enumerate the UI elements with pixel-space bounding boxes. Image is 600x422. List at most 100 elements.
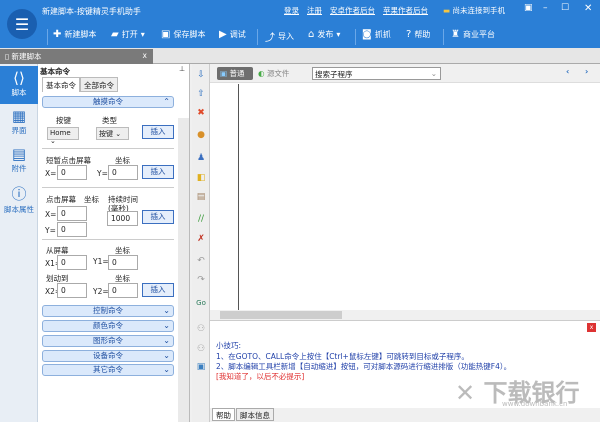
save-script-button[interactable]: ▣ 保存脚本: [161, 29, 205, 40]
insert-swipe-button[interactable]: 插入: [142, 283, 174, 297]
press-x-input[interactable]: 0: [57, 206, 87, 221]
move-up-icon[interactable]: ⇧: [192, 89, 210, 99]
sidebar-item-properties[interactable]: ⓘ 脚本属性: [0, 180, 38, 218]
import-button[interactable]: ⤴ 导入: [265, 29, 294, 44]
editor-toolbar: ▣ 普通 ◐ 源文件 搜索子程序 ⌄ ‹ ›: [210, 64, 600, 83]
open-button[interactable]: ▰ 打开 ▾: [111, 29, 145, 40]
publish-button[interactable]: ⌂ 发布 ▾: [308, 29, 340, 40]
tab-all-commands[interactable]: 全部命令: [80, 77, 118, 92]
insert-tap-button[interactable]: 插入: [142, 165, 174, 179]
y-label: Y=: [45, 226, 56, 235]
group-graphics[interactable]: 图形命令 ⌄: [42, 335, 174, 347]
publish-icon: ⌂: [308, 29, 315, 40]
duration-input[interactable]: 1000: [107, 211, 138, 226]
chevron-down-icon: ⌄: [163, 365, 170, 374]
help-button[interactable]: ? 帮助: [406, 29, 430, 40]
close-icon[interactable]: ✕: [584, 3, 592, 14]
key-select[interactable]: Home ⌄: [47, 127, 79, 145]
group-touch[interactable]: 触摸命令 ⌃: [42, 96, 174, 108]
plus-icon: ✚: [53, 29, 62, 40]
dismiss-tips-link[interactable]: [我知道了，以后不必提示]: [216, 371, 304, 382]
scroll-thumb[interactable]: [220, 311, 342, 319]
tab-basic-commands[interactable]: 基本命令: [42, 77, 80, 92]
coord-label: 坐标: [84, 195, 99, 204]
debug-button[interactable]: ▶ 调试: [219, 29, 246, 40]
hand-icon[interactable]: ●: [192, 130, 210, 140]
login-link[interactable]: 登录: [284, 5, 299, 16]
sidebar: ⟨⟩ 脚本 ▦ 界面 ▤ 附件 ⓘ 脚本属性: [0, 64, 38, 422]
swipe-y2-input[interactable]: 0: [108, 283, 138, 298]
press-label: 点击屏幕: [46, 195, 76, 204]
y2-label: Y2=: [93, 287, 109, 296]
panel-scrollbar[interactable]: [178, 118, 189, 422]
folder-icon: ▰: [111, 29, 119, 40]
import-icon: ⤴: [265, 33, 275, 44]
business-platform-button[interactable]: ♜ 商业平台: [451, 29, 495, 40]
android-author-link[interactable]: 安卓作者后台: [330, 5, 375, 16]
sidebar-item-attachment[interactable]: ▤ 附件: [0, 142, 38, 180]
y-label: Y=: [97, 169, 108, 178]
subroutine-search-select[interactable]: 搜索子程序 ⌄: [312, 67, 441, 80]
help-icon: ?: [406, 29, 412, 40]
tap-y-input[interactable]: 0: [108, 165, 138, 180]
auto-indent-icon[interactable]: ▣: [192, 362, 210, 372]
watermark-url: www.downbank.cn: [502, 400, 568, 408]
device-status[interactable]: ▬ 尚未连接到手机: [443, 5, 505, 16]
close-tips-icon[interactable]: x: [587, 323, 596, 332]
find-next-icon[interactable]: ⚇: [192, 344, 210, 354]
chevron-down-icon: ⌄: [163, 351, 170, 360]
redo-icon[interactable]: ↷: [192, 275, 210, 285]
app-menu-icon[interactable]: ☰: [7, 9, 37, 39]
swipe-y1-input[interactable]: 0: [108, 255, 138, 270]
move-down-icon[interactable]: ⇩: [192, 70, 210, 80]
horizontal-scrollbar[interactable]: [210, 310, 600, 320]
register-link[interactable]: 注册: [307, 5, 322, 16]
delete-icon[interactable]: ✖: [192, 108, 210, 118]
source-mode-button[interactable]: ◐ 源文件: [258, 68, 289, 79]
normal-mode-button[interactable]: ▣ 普通: [217, 67, 253, 80]
prev-icon[interactable]: ‹: [566, 67, 569, 76]
tab-script-info[interactable]: 脚本信息: [236, 408, 274, 421]
press-y-input[interactable]: 0: [57, 222, 87, 237]
group-other[interactable]: 其它命令 ⌄: [42, 364, 174, 376]
insert-press-button[interactable]: 插入: [142, 210, 174, 224]
script-editor[interactable]: ▣ 普通 ◐ 源文件 搜索子程序 ⌄ ‹ ›: [210, 64, 600, 320]
tab-help[interactable]: 帮助: [212, 408, 235, 421]
find-icon[interactable]: ⚇: [192, 324, 210, 334]
save-icon: ▣: [161, 29, 171, 40]
chevron-down-icon: ⌄: [163, 306, 170, 315]
x-label: X=: [45, 210, 57, 219]
group-control[interactable]: 控制命令 ⌄: [42, 305, 174, 317]
maximize-icon[interactable]: ☐: [561, 3, 569, 13]
restore-icon[interactable]: ▣: [524, 3, 533, 13]
group-color[interactable]: 颜色命令 ⌄: [42, 320, 174, 332]
tab-close-icon[interactable]: x: [143, 51, 147, 60]
paste-icon[interactable]: ▤: [192, 192, 210, 202]
next-icon[interactable]: ›: [585, 67, 588, 76]
insert-key-button[interactable]: 插入: [142, 125, 174, 139]
minimize-icon[interactable]: –: [543, 3, 548, 13]
copy-icon[interactable]: ◧: [192, 173, 210, 183]
swipe-x1-input[interactable]: 0: [57, 255, 87, 270]
group-device[interactable]: 设备命令 ⌄: [42, 350, 174, 362]
tap-x-input[interactable]: 0: [57, 165, 87, 180]
phone-icon: ▬: [443, 6, 451, 15]
capture-button[interactable]: ◙ 抓抓: [362, 29, 391, 40]
apple-author-link[interactable]: 苹果作者后台: [383, 5, 428, 16]
swipe-x2-input[interactable]: 0: [57, 283, 87, 298]
comment-icon[interactable]: //: [192, 214, 210, 224]
script-icon: ⟨⟩: [13, 69, 25, 87]
sidebar-item-ui[interactable]: ▦ 界面: [0, 104, 38, 142]
goto-icon[interactable]: Go: [192, 299, 210, 307]
tab-new-script[interactable]: ▯ 新建脚本 x: [0, 49, 153, 64]
undo-icon[interactable]: ↶: [192, 256, 210, 266]
uncomment-icon[interactable]: ✗: [192, 234, 210, 244]
type-select[interactable]: 按键 ⌄: [96, 127, 129, 140]
attachment-icon: ▤: [11, 145, 27, 163]
ui-icon: ▦: [11, 107, 27, 125]
type-label: 类型: [102, 116, 117, 125]
new-script-button[interactable]: ✚ 新建脚本: [53, 29, 96, 40]
cut-icon[interactable]: ♟: [192, 153, 210, 163]
pin-icon[interactable]: ⊥: [179, 65, 185, 73]
sidebar-item-script[interactable]: ⟨⟩ 脚本: [0, 66, 38, 104]
